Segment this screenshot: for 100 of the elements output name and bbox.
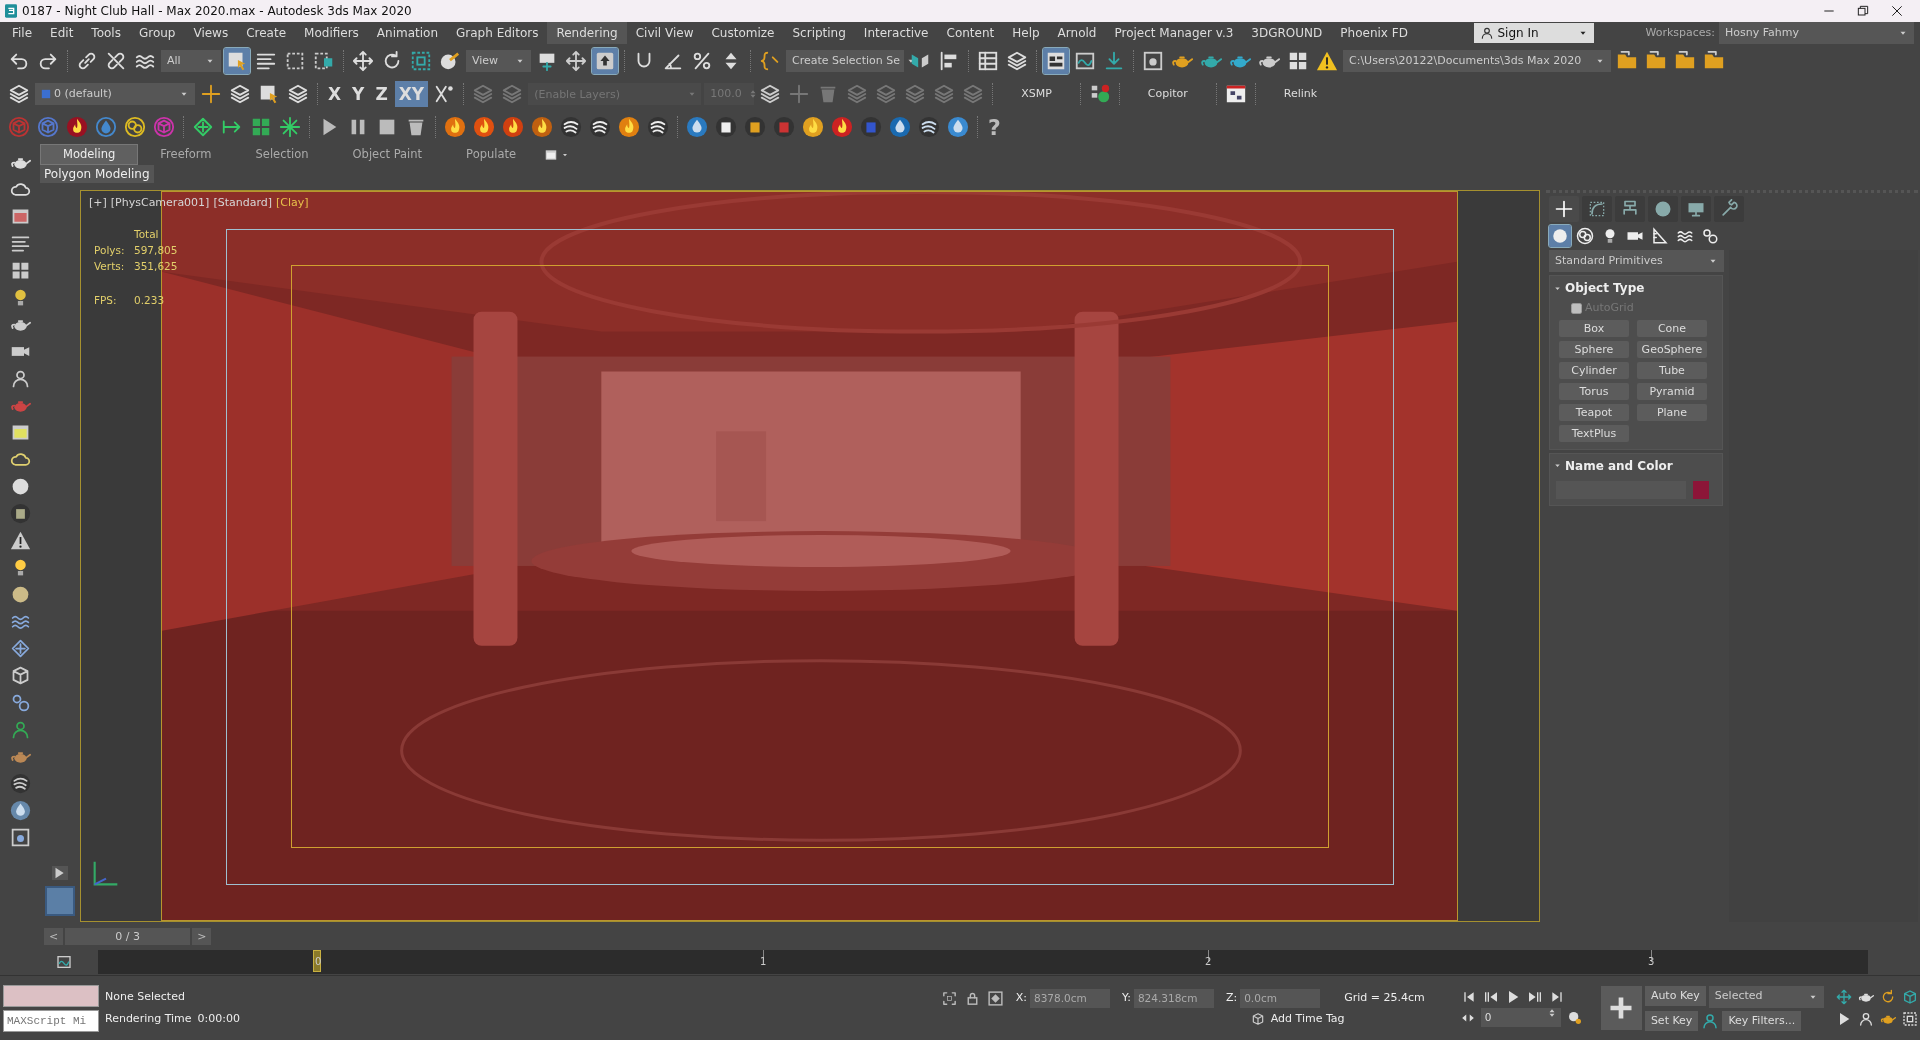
table-icon[interactable] (977, 50, 999, 72)
project-folder-dropdown[interactable]: C:\Users\20122\Documents\3ds Max 2020 (1343, 50, 1611, 72)
move-icon[interactable] (1835, 989, 1852, 1005)
cube-icon[interactable] (1901, 989, 1918, 1005)
ribbon-tab[interactable]: Populate (444, 144, 539, 165)
circle-arrow-icon[interactable] (439, 50, 461, 72)
ribbon-panel-label[interactable]: Polygon Modeling (40, 165, 154, 183)
menu-item[interactable]: Graph Editors (447, 22, 548, 44)
workspace-dropdown[interactable]: Hosny Fahmy (1719, 22, 1914, 44)
auto-key-button[interactable]: Auto Key (1644, 985, 1706, 1006)
flame-ring-icon[interactable] (444, 116, 466, 138)
step-forward-icon[interactable] (1526, 989, 1543, 1005)
coordinate-field[interactable]: 8378.0cm (1029, 988, 1110, 1008)
primitive-button[interactable]: Torus (1559, 382, 1629, 400)
warning-icon[interactable] (1316, 50, 1338, 72)
primitive-button[interactable]: Cylinder (1559, 361, 1629, 379)
dashed-square-fill-icon[interactable] (313, 50, 335, 72)
menu-item[interactable]: Customize (702, 22, 784, 44)
menu-item[interactable]: Edit (41, 22, 83, 44)
drop-circle-icon[interactable] (9, 800, 31, 821)
layers-icon[interactable] (759, 83, 782, 105)
reference-coordinate-dropdown[interactable]: View (466, 50, 531, 72)
flame-ring-icon[interactable] (531, 116, 553, 138)
script-button[interactable]: Relink (1261, 85, 1340, 103)
curve-icon[interactable] (56, 954, 72, 970)
wrench-icon[interactable] (1719, 199, 1739, 219)
script-button[interactable]: XSMP (999, 85, 1074, 103)
primitive-button[interactable]: GeoSphere (1637, 340, 1707, 358)
menu-item[interactable]: Scripting (783, 22, 855, 44)
axis-constraint-button[interactable]: Z (371, 81, 392, 107)
window-gear-icon[interactable] (9, 827, 31, 848)
gears-icon[interactable] (1701, 227, 1719, 245)
next-frame-button[interactable]: > (192, 927, 212, 945)
cursor-square-icon[interactable] (226, 50, 248, 72)
menu-item[interactable]: Interactive (854, 22, 938, 44)
curve-box-icon[interactable] (1587, 199, 1607, 219)
person-icon[interactable] (1857, 1011, 1874, 1027)
flame-ring-icon[interactable] (473, 116, 495, 138)
primitive-button[interactable]: Box (1559, 319, 1629, 337)
frame-spinner[interactable]: 0 (1480, 1008, 1561, 1027)
drop-ring-icon[interactable] (95, 116, 117, 138)
menu-item[interactable]: Create (237, 22, 296, 44)
flame-ring-icon[interactable] (66, 116, 88, 138)
primitive-button[interactable]: Sphere (1559, 340, 1629, 358)
help-button[interactable]: ? (984, 110, 1005, 144)
swirl-icon[interactable] (918, 116, 940, 138)
ribbon-tab[interactable]: Modeling (40, 143, 139, 166)
viewport-menu[interactable]: [+] (89, 195, 107, 212)
percent-icon[interactable] (691, 50, 713, 72)
viewport-menu[interactable]: [Clay] (276, 195, 309, 212)
move-icon[interactable] (565, 50, 587, 72)
time-tag-button[interactable]: Add Time Tag (1270, 1010, 1345, 1028)
set-key-button[interactable] (1600, 986, 1642, 1030)
restore-icon[interactable] (1855, 3, 1871, 19)
drop-circle-icon[interactable] (889, 116, 911, 138)
dashed-square-icon[interactable] (284, 50, 306, 72)
menu-item[interactable]: Rendering (547, 22, 627, 44)
scale-icon[interactable] (1901, 1011, 1918, 1027)
diamond-box-icon[interactable] (986, 989, 1004, 1007)
window-gear-icon[interactable] (1142, 50, 1164, 72)
primitive-button[interactable]: TextPlus (1559, 424, 1629, 442)
time-slider-handle[interactable]: 0 / 3 (65, 927, 191, 945)
sign-in-dropdown[interactable]: Sign In (1474, 23, 1595, 43)
maxscript-field[interactable]: MAXScript Mi (3, 1009, 99, 1032)
plus-icon[interactable] (200, 83, 222, 105)
grid-icon[interactable] (250, 116, 272, 138)
menu-item[interactable]: Phoenix FD (1331, 22, 1417, 44)
diagram-window-icon[interactable] (1224, 83, 1247, 105)
grid-icon[interactable] (1287, 50, 1309, 72)
cursor-square-icon[interactable] (258, 83, 280, 105)
menu-item[interactable]: Tools (82, 22, 130, 44)
menu-item[interactable]: Project Manager v.3 (1105, 22, 1243, 44)
menu-item[interactable]: Group (129, 22, 185, 44)
cube-icon[interactable] (1250, 1012, 1265, 1026)
script-button[interactable]: Copitor (1125, 85, 1210, 103)
flame-ring-icon[interactable] (502, 116, 524, 138)
swirl-icon[interactable] (589, 116, 611, 138)
burst-icon[interactable] (279, 116, 301, 138)
script-listener-output[interactable] (3, 984, 99, 1007)
drop-circle-icon[interactable] (947, 116, 969, 138)
ruler-icon[interactable] (1651, 227, 1669, 245)
layer-dropdown[interactable]: 0 (default) (35, 83, 195, 105)
network-icon[interactable] (9, 638, 31, 659)
scale-icon[interactable] (410, 50, 432, 72)
menu-item[interactable]: Help (1003, 22, 1049, 44)
cup-circle-icon[interactable] (9, 503, 31, 524)
primitive-button[interactable]: Teapot (1559, 403, 1629, 421)
download-icon[interactable] (1103, 50, 1125, 72)
step-back-icon[interactable] (1482, 989, 1499, 1005)
ribbon-tab[interactable]: Object Paint (330, 144, 445, 165)
network-icon[interactable] (192, 116, 214, 138)
flame-ring-icon[interactable] (618, 116, 640, 138)
rings-icon[interactable] (124, 116, 146, 138)
coordinate-field[interactable]: 824.318cm (1133, 988, 1214, 1008)
menu-item[interactable]: Arnold (1048, 22, 1106, 44)
key-filters-button[interactable]: Key Filters... (1722, 1010, 1802, 1031)
flame-ring-icon[interactable] (802, 116, 824, 138)
menu-item[interactable]: Modifiers (295, 22, 368, 44)
selection-filter-dropdown[interactable]: All (161, 50, 221, 72)
link-icon[interactable] (76, 50, 98, 72)
